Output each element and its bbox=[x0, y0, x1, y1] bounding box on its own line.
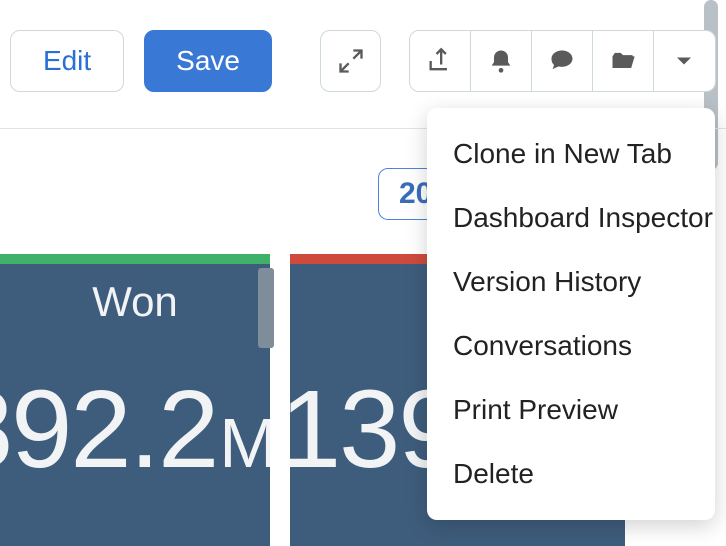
menu-delete[interactable]: Delete bbox=[427, 442, 715, 506]
more-menu-dropdown: Clone in New Tab Dashboard Inspector Ver… bbox=[427, 108, 715, 520]
app-root: Edit Save bbox=[0, 0, 726, 546]
edit-button[interactable]: Edit bbox=[10, 30, 124, 92]
more-menu-button[interactable] bbox=[654, 31, 715, 91]
card-scrollbar[interactable] bbox=[258, 268, 274, 348]
save-button[interactable]: Save bbox=[144, 30, 272, 92]
won-card[interactable]: Won 892.2M bbox=[0, 254, 270, 546]
chat-icon bbox=[548, 47, 576, 75]
folder-button[interactable] bbox=[593, 31, 654, 91]
notifications-button[interactable] bbox=[471, 31, 532, 91]
menu-print-preview[interactable]: Print Preview bbox=[427, 378, 715, 442]
won-title: Won bbox=[0, 278, 270, 326]
expand-button[interactable] bbox=[320, 30, 381, 92]
comments-button[interactable] bbox=[532, 31, 593, 91]
toolbar: Edit Save bbox=[0, 30, 726, 92]
menu-conversations[interactable]: Conversations bbox=[427, 314, 715, 378]
won-accent-bar bbox=[0, 254, 270, 264]
share-button[interactable] bbox=[410, 31, 471, 91]
caret-down-icon bbox=[670, 47, 698, 75]
menu-version-history[interactable]: Version History bbox=[427, 250, 715, 314]
menu-clone-in-new-tab[interactable]: Clone in New Tab bbox=[427, 122, 715, 186]
bell-icon bbox=[487, 47, 515, 75]
won-unit: M bbox=[219, 404, 270, 482]
won-number: 892.2 bbox=[0, 368, 217, 491]
expand-icon bbox=[337, 47, 365, 75]
won-value: 892.2M bbox=[0, 366, 270, 493]
action-icon-group bbox=[409, 30, 716, 92]
menu-dashboard-inspector[interactable]: Dashboard Inspector bbox=[427, 186, 715, 250]
share-icon bbox=[426, 47, 454, 75]
folder-open-icon bbox=[609, 47, 637, 75]
